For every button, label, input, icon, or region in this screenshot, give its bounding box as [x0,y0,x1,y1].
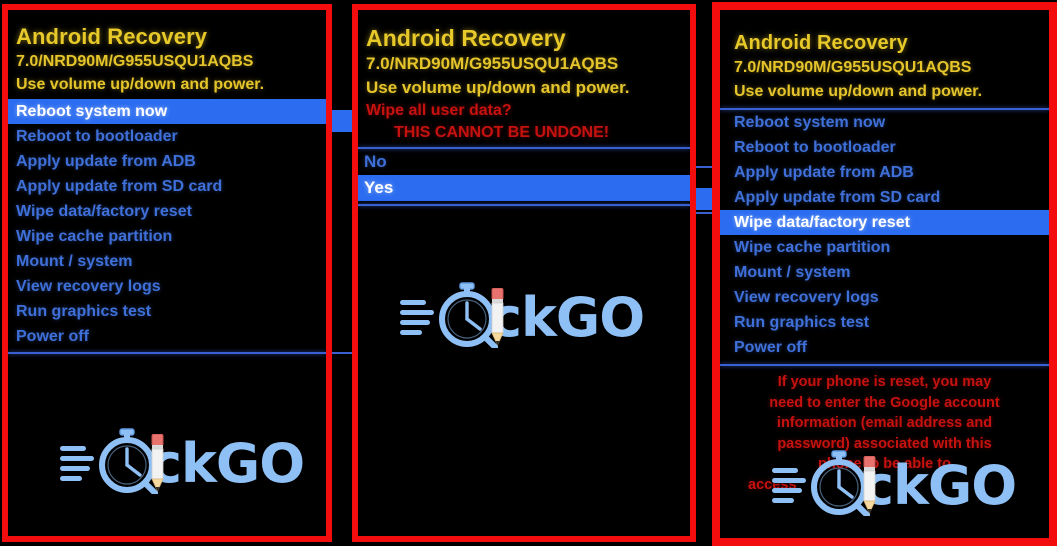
panel-1-header: Android Recovery 7.0/NRD90M/G955USQU1AQB… [8,24,326,96]
menu-item-wipe-cache-partition[interactable]: Wipe cache partition [720,235,1049,260]
menu-item-no[interactable]: No [358,149,690,175]
panel-2-menu-list: No Yes [358,149,690,201]
navigation-hint: Use volume up/down and power. [734,83,983,100]
menu-item-view-recovery-logs[interactable]: View recovery logs [8,274,326,299]
menu-item-wipe-data-factory-reset[interactable]: Wipe data/factory reset [720,210,1049,235]
panel-3-menu-list: Reboot system now Reboot to bootloader A… [720,110,1049,360]
menu-item-run-graphics-test[interactable]: Run graphics test [720,310,1049,335]
panel-3-screen: Android Recovery 7.0/NRD90M/G955USQU1AQB… [720,10,1049,538]
notice-line: access [748,476,797,493]
navigation-hint: Use volume up/down and power. [366,78,630,97]
panel-3-frame: Android Recovery 7.0/NRD90M/G955USQU1AQB… [712,2,1057,546]
page-title: Android Recovery [16,24,208,49]
build-version: 7.0/NRD90M/G955USQU1AQBS [16,53,254,70]
menu-item-wipe-data-factory-reset[interactable]: Wipe data/factory reset [8,199,326,224]
menu-item-apply-update-from-sd-card[interactable]: Apply update from SD card [8,174,326,199]
menu-item-mount-system[interactable]: Mount / system [8,249,326,274]
panel-2-divider-bottom [358,204,690,206]
notice-line: phone to be able to [818,456,951,473]
menu-item-reboot-to-bootloader[interactable]: Reboot to bootloader [8,124,326,149]
panel-1-menu-list: Reboot system now Reboot to bootloader A… [8,99,326,349]
menu-item-apply-update-from-adb[interactable]: Apply update from ADB [720,160,1049,185]
panel-1-rule-bleed [332,352,354,354]
panel-2-header: Android Recovery 7.0/NRD90M/G955USQU1AQB… [358,24,690,144]
menu-item-reboot-to-bootloader[interactable]: Reboot to bootloader [720,135,1049,160]
build-version: 7.0/NRD90M/G955USQU1AQBS [734,59,972,76]
panel-1-highlight-bleed [332,110,354,132]
stopwatch-icon [436,282,499,353]
menu-item-reboot-system-now[interactable]: Reboot system now [720,110,1049,135]
quickgo-logo: ckGO [60,428,305,501]
menu-item-power-off[interactable]: Power off [8,324,326,349]
menu-item-run-graphics-test[interactable]: Run graphics test [8,299,326,324]
menu-item-wipe-cache-partition[interactable]: Wipe cache partition [8,224,326,249]
notice-line: If your phone is reset, you may [777,374,992,390]
quickgo-wordmark: ckGO [490,286,645,349]
wipe-prompt-caps: THIS CANNOT BE UNDONE! [394,124,610,141]
google-account-notice: If your phone is reset, you may need to … [720,366,1049,495]
pencil-icon [484,287,510,355]
menu-item-apply-update-from-sd-card[interactable]: Apply update from SD card [720,185,1049,210]
panel-3-header: Android Recovery 7.0/NRD90M/G955USQU1AQB… [720,30,1049,104]
stopwatch-icon [96,428,159,499]
quickgo-logo: ckGO [400,282,645,355]
page-title: Android Recovery [366,25,566,51]
speed-lines-icon [60,444,94,484]
panel-1-frame: Android Recovery 7.0/NRD90M/G955USQU1AQB… [2,4,332,542]
panel-1-menu-divider [8,352,326,354]
menu-item-mount-system[interactable]: Mount / system [720,260,1049,285]
navigation-hint: Use volume up/down and power. [16,76,265,93]
panel-1-screen: Android Recovery 7.0/NRD90M/G955USQU1AQB… [8,10,326,536]
notice-line: information (email address and [776,415,993,432]
panel-2-screen: Android Recovery 7.0/NRD90M/G955USQU1AQB… [358,10,690,536]
notice-line: need to enter the Google account [769,394,1000,411]
page-title: Android Recovery [734,32,908,54]
menu-item-yes[interactable]: Yes [358,175,690,201]
menu-item-apply-update-from-adb[interactable]: Apply update from ADB [8,149,326,174]
speed-lines-icon [400,298,434,338]
menu-item-view-recovery-logs[interactable]: View recovery logs [720,285,1049,310]
build-version: 7.0/NRD90M/G955USQU1AQBS [366,54,619,73]
menu-item-reboot-system-now[interactable]: Reboot system now [8,99,326,124]
quickgo-wordmark: ckGO [150,432,305,495]
menu-item-power-off[interactable]: Power off [720,335,1049,360]
wipe-prompt: Wipe all user data? [366,102,512,119]
notice-line: password) associated with this [777,435,992,452]
panel-2-frame: Android Recovery 7.0/NRD90M/G955USQU1AQB… [352,4,696,542]
pencil-icon [144,433,170,501]
screenshot-stage: Android Recovery 7.0/NRD90M/G955USQU1AQB… [0,0,1057,546]
